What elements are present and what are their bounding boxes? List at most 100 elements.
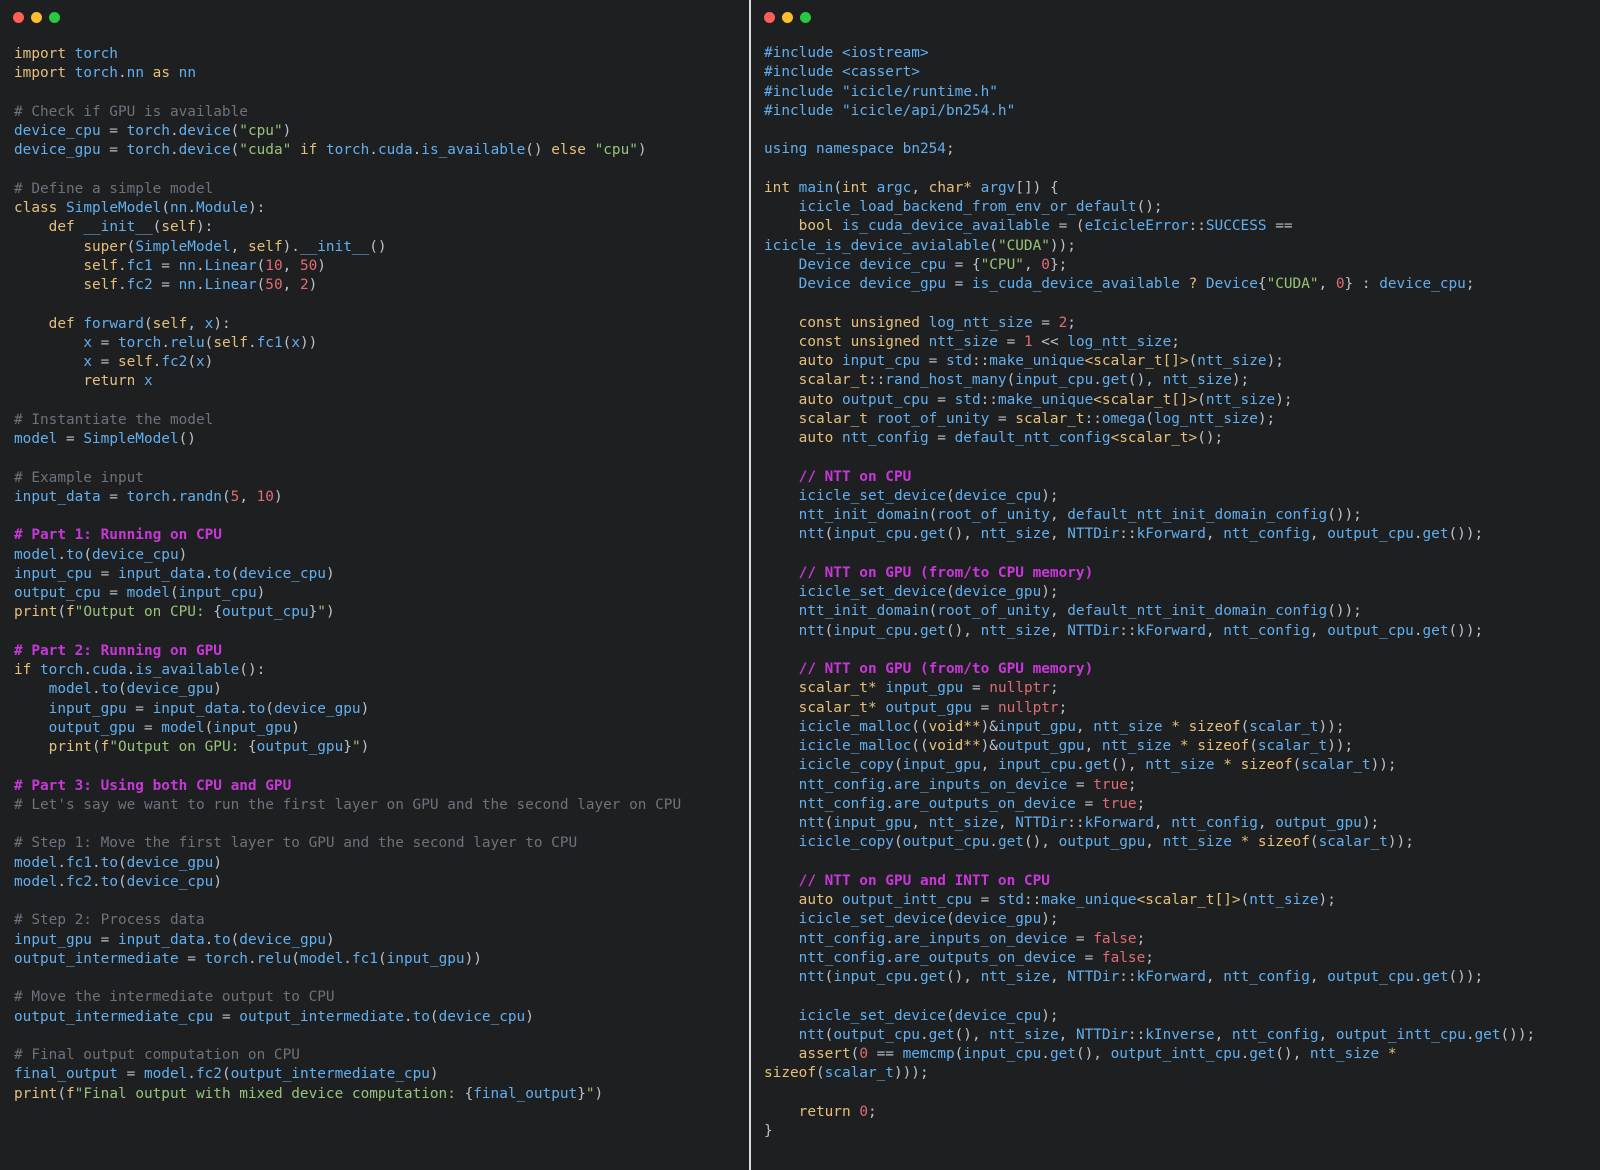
code-token: ntt_size <box>980 526 1050 543</box>
code-token: = <box>100 142 127 159</box>
code-token: input_cpu <box>178 585 257 601</box>
code-token: const <box>798 333 842 350</box>
code-line: # Instantiate the model <box>14 411 749 430</box>
code-token: ntt_config <box>841 430 929 446</box>
code-token: eIcicleError <box>1084 218 1189 235</box>
code-token: device_gpu <box>239 931 326 948</box>
code-token: device_cpu <box>859 256 946 273</box>
code-token: . <box>83 662 92 678</box>
python-code-block: import torch import torch.nn as nn # Check… <box>0 36 749 1104</box>
window-titlebar <box>751 0 1600 36</box>
code-token: . <box>247 334 257 351</box>
code-token: "Output on CPU: <box>74 604 214 621</box>
code-token: ( <box>230 142 240 159</box>
close-window-icon[interactable] <box>764 12 775 23</box>
code-line: #include <iostream> <box>764 44 1600 63</box>
code-token: ) <box>360 700 370 717</box>
code-token: , <box>980 757 998 774</box>
code-token: scalar_t <box>1249 718 1319 735</box>
code-token: 50 <box>299 257 318 274</box>
code-token: unsigned <box>850 333 920 350</box>
code-token: to <box>213 931 231 948</box>
code-token: (), <box>1023 834 1059 851</box>
code-token: device <box>178 123 231 139</box>
code-token: int <box>764 179 790 196</box>
code-token: ) <box>273 488 283 505</box>
code-token: self <box>161 219 196 236</box>
code-token: . <box>187 200 196 216</box>
code-token: ( <box>1145 410 1154 427</box>
code-token: #include <box>764 83 834 100</box>
code-token: , <box>1049 526 1068 543</box>
code-token: int <box>842 179 868 196</box>
code-token: ( <box>893 834 903 851</box>
code-token: = <box>919 353 946 369</box>
code-token: model <box>143 1066 188 1083</box>
code-line: # Part 3: Using both CPU and GPU <box>14 777 749 796</box>
code-token: ); <box>1361 815 1380 831</box>
zoom-window-icon[interactable] <box>800 12 811 23</box>
code-token: ; <box>1049 680 1059 697</box>
code-token: device_gpu <box>954 911 1042 928</box>
code-token: output_intermediate <box>239 1008 404 1025</box>
code-token: NTTDir <box>1015 815 1068 831</box>
code-token: model <box>161 719 205 736</box>
code-token: # Step 2: Process data <box>14 912 205 929</box>
code-token: . <box>204 565 214 582</box>
code-line: int main(int argc, char* argv[]) { <box>764 179 1600 198</box>
code-line: ntt(input_gpu, ntt_size, NTTDir::kForwar… <box>764 814 1600 833</box>
code-line: #include "icicle/api/bn254.h" <box>764 102 1600 121</box>
code-token: self <box>83 277 118 293</box>
code-token: , <box>1049 507 1068 523</box>
code-token: = <box>997 333 1024 350</box>
code-token: , <box>282 277 300 293</box>
minimize-window-icon[interactable] <box>782 12 793 23</box>
code-token: Device <box>798 276 851 292</box>
code-token: , <box>997 815 1016 831</box>
code-token: sizeof <box>1197 738 1250 754</box>
code-token: . <box>92 873 101 890</box>
code-token: NTTDir <box>1067 526 1120 543</box>
code-token: sizeof <box>1188 718 1241 735</box>
zoom-window-icon[interactable] <box>49 12 60 23</box>
code-token: input_data <box>117 931 205 948</box>
code-line: ntt_config.are_outputs_on_device = true; <box>764 795 1600 814</box>
code-token: ): <box>195 219 214 236</box>
code-token: ) <box>213 854 222 871</box>
code-token: = ( <box>1049 218 1085 235</box>
code-token: device_cpu <box>14 123 101 139</box>
code-token: NTTDir <box>1075 1026 1128 1043</box>
code-token: kForward <box>1136 526 1206 543</box>
close-window-icon[interactable] <box>13 12 24 23</box>
code-token: ntt <box>798 1026 825 1043</box>
code-token: print <box>48 739 92 755</box>
code-token: , <box>230 238 248 255</box>
code-token: randn <box>178 488 222 505</box>
code-token: = <box>152 277 179 293</box>
code-token: device_cpu <box>239 565 326 582</box>
code-token: "cpu" <box>239 123 283 139</box>
code-token: model <box>14 546 58 563</box>
code-token: . <box>1465 1026 1475 1043</box>
minimize-window-icon[interactable] <box>31 12 42 23</box>
code-line: auto output_cpu = std::make_unique<scala… <box>764 391 1600 410</box>
code-token: ntt_size <box>980 622 1050 639</box>
code-token: ntt <box>798 526 825 543</box>
code-token: = <box>963 680 990 697</box>
code-token: ( <box>893 757 903 774</box>
code-token: output_gpu <box>997 738 1085 754</box>
code-token: ntt_config <box>1171 815 1258 831</box>
code-token: = <box>100 585 127 601</box>
code-token: log_ntt_size <box>928 314 1033 331</box>
